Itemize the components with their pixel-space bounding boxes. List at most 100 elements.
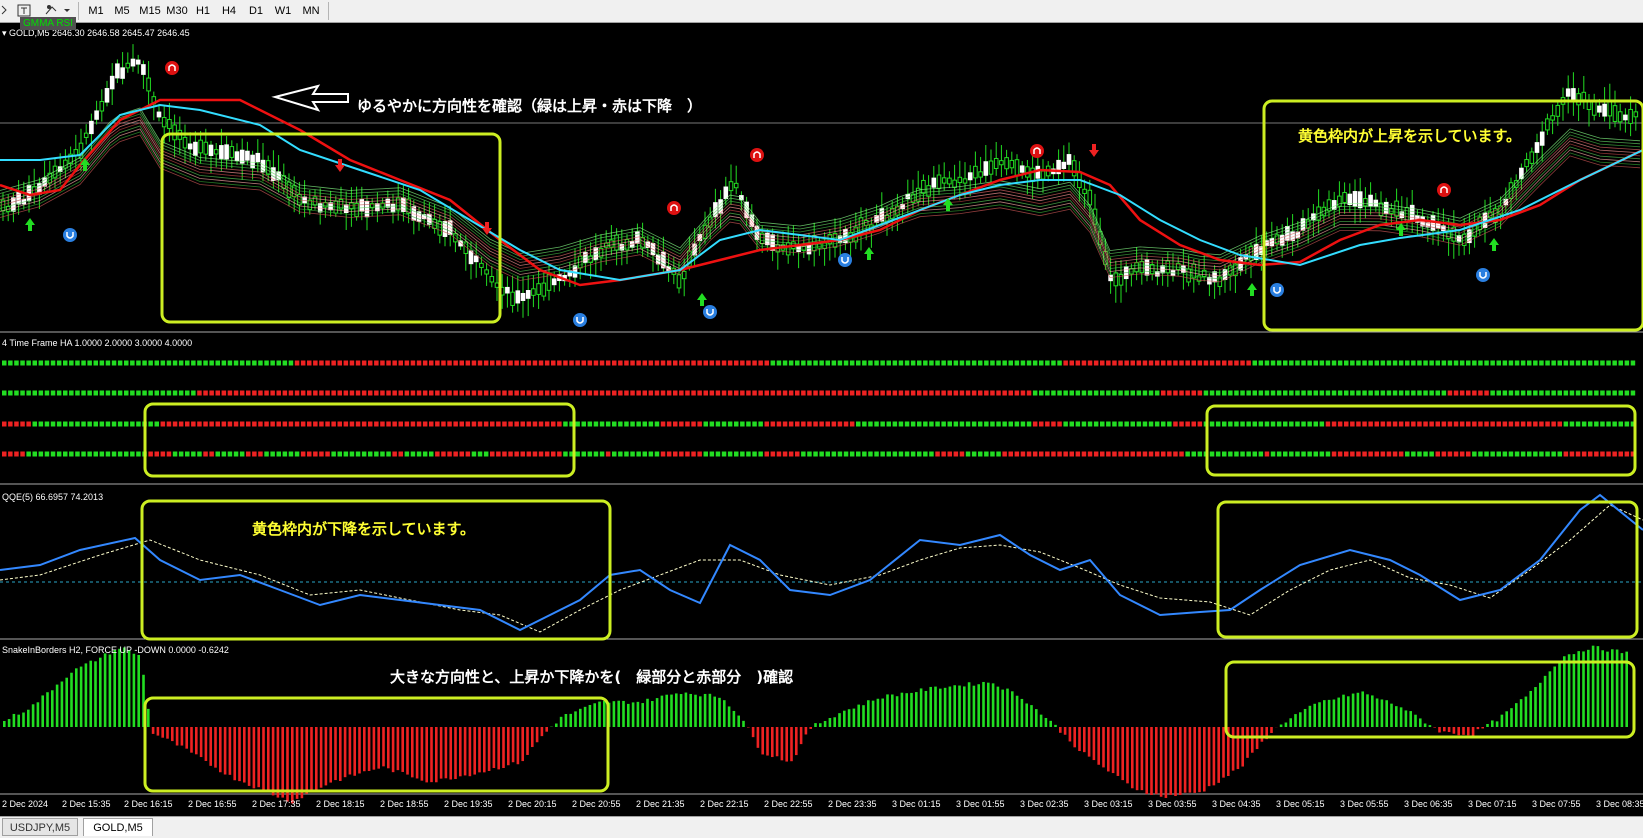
ha-dot: [380, 422, 385, 427]
time-axis-label: 3 Dec 01:55: [956, 799, 1005, 809]
ha-dot: [960, 391, 965, 396]
tab-usdjpy-m5[interactable]: USDJPY,M5: [2, 818, 78, 836]
ha-dot: [1216, 422, 1221, 427]
snake-bar: [22, 713, 25, 727]
ha-dot: [1497, 391, 1502, 396]
ha-dot: [75, 391, 80, 396]
ha-dot: [600, 391, 605, 396]
snake-bar: [358, 727, 361, 773]
ha-dot: [1106, 422, 1111, 427]
ha-dot: [1564, 361, 1569, 366]
candle-body: [1020, 166, 1024, 172]
ha-dot: [880, 452, 885, 457]
ha-dot: [1118, 361, 1123, 366]
tab-gold-m5[interactable]: GOLD,M5: [83, 818, 153, 836]
ha-dot: [1350, 391, 1355, 396]
snake-bar: [752, 727, 755, 737]
ha-dot: [673, 361, 678, 366]
ha-dot: [26, 422, 31, 427]
candle-body: [1005, 158, 1009, 169]
candle-body: [162, 118, 166, 127]
ha-dot: [1027, 391, 1032, 396]
snake-bar: [219, 727, 222, 772]
snake-bar: [27, 710, 30, 727]
ha-dot: [941, 391, 946, 396]
ha-dot: [26, 361, 31, 366]
ha-dot: [453, 452, 458, 457]
ha-dot: [1338, 452, 1343, 457]
ha-dot: [57, 422, 62, 427]
ha-dot: [1326, 452, 1331, 457]
snake-bar: [267, 727, 270, 792]
candle-body: [204, 142, 208, 154]
ha-dot: [929, 452, 934, 457]
ha-dot: [1057, 391, 1062, 396]
ha-dot: [289, 422, 294, 427]
snake-bar: [37, 702, 40, 727]
ha-dot: [1179, 361, 1184, 366]
snake-bar: [473, 727, 476, 775]
ha-dot: [1051, 452, 1056, 457]
candle-body: [1213, 272, 1217, 282]
ha-dot: [81, 422, 86, 427]
ha-dot: [490, 391, 495, 396]
candle-body: [1624, 115, 1628, 120]
ha-dot: [1088, 361, 1093, 366]
candle-body: [225, 145, 229, 159]
candle-body: [194, 142, 198, 155]
ha-dot: [1301, 361, 1306, 366]
ha-dot: [264, 391, 269, 396]
ha-dot: [1503, 452, 1508, 457]
ha-dot: [911, 452, 916, 457]
ha-dot: [502, 361, 507, 366]
snake-bar: [1544, 676, 1547, 727]
ha-dot: [8, 452, 13, 457]
ha-dot: [929, 391, 934, 396]
ha-dot: [728, 422, 733, 427]
ha-dot: [685, 422, 690, 427]
ha-dot: [380, 391, 385, 396]
snake-bar: [1117, 727, 1120, 776]
gmma-rsi-badge[interactable]: GMMA RSI: [20, 17, 76, 30]
candle-body: [220, 146, 224, 159]
up-arrow-icon: [864, 247, 874, 260]
time-axis-label: 3 Dec 07:15: [1468, 799, 1517, 809]
ha-dot: [1448, 452, 1453, 457]
ha-dot: [1521, 422, 1526, 427]
ha-dot: [338, 361, 343, 366]
snake-bar: [1198, 727, 1201, 792]
ha-dot: [100, 422, 105, 427]
ha-dot: [417, 452, 422, 457]
ha-dot: [1399, 422, 1404, 427]
candle-body: [1546, 119, 1550, 130]
snake-bar: [1054, 725, 1057, 727]
ha-dot: [887, 391, 892, 396]
chart-canvas[interactable]: [0, 0, 1643, 816]
ha-dot: [716, 452, 721, 457]
snake-bar: [939, 689, 942, 727]
ha-dot: [838, 422, 843, 427]
ha-dot: [1436, 391, 1441, 396]
ha-dot: [405, 361, 410, 366]
ha-dot: [844, 452, 849, 457]
snake-bar: [1241, 727, 1244, 767]
ha-dot: [173, 361, 178, 366]
candle-body: [490, 277, 494, 282]
ha-dot: [350, 422, 355, 427]
ha-dot: [356, 422, 361, 427]
ha-dot: [1344, 391, 1349, 396]
ha-dot: [1021, 452, 1025, 457]
ha-dot: [466, 422, 471, 427]
ha-dot: [813, 361, 818, 366]
ha-dot: [1149, 422, 1154, 427]
ha-dot: [295, 361, 300, 366]
snake-bar: [790, 727, 793, 761]
snake-bar: [545, 727, 548, 732]
ha-dot: [1576, 422, 1581, 427]
ha-dot: [484, 452, 489, 457]
snake-bar: [536, 727, 539, 742]
ha-dot: [935, 452, 940, 457]
ha-dot: [106, 452, 111, 457]
ha-dot: [399, 452, 404, 457]
ha-dot: [551, 452, 556, 457]
